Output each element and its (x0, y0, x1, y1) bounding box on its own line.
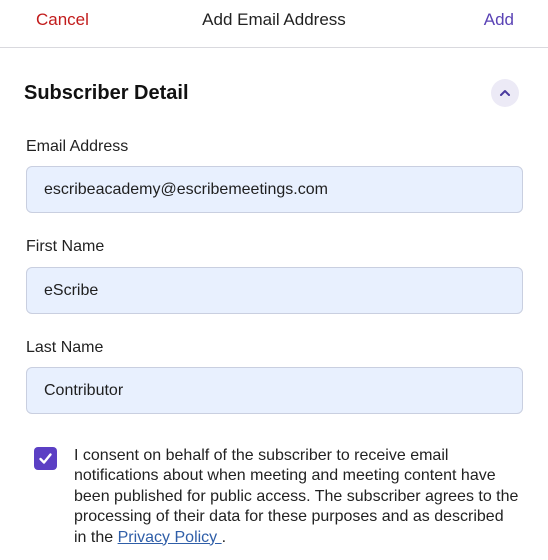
collapse-section-button[interactable] (491, 79, 519, 107)
email-label: Email Address (26, 138, 129, 155)
first-name-label: First Name (26, 238, 105, 255)
last-name-field[interactable] (26, 367, 523, 414)
privacy-policy-link[interactable]: Privacy Policy (118, 529, 222, 546)
consent-checkbox[interactable] (34, 447, 57, 470)
chevron-up-icon (500, 90, 510, 96)
consent-text: I consent on behalf of the subscriber to… (74, 446, 519, 548)
last-name-label: Last Name (26, 339, 104, 356)
consent-suffix: . (221, 528, 227, 546)
add-button[interactable]: Add (484, 10, 514, 30)
checkmark-icon (39, 453, 52, 464)
cancel-button[interactable]: Cancel (36, 10, 89, 30)
email-field[interactable] (26, 166, 523, 213)
header-bar: Cancel Add Email Address Add (0, 0, 548, 48)
first-name-field[interactable] (26, 267, 523, 314)
section-title: Subscriber Detail (24, 82, 189, 104)
